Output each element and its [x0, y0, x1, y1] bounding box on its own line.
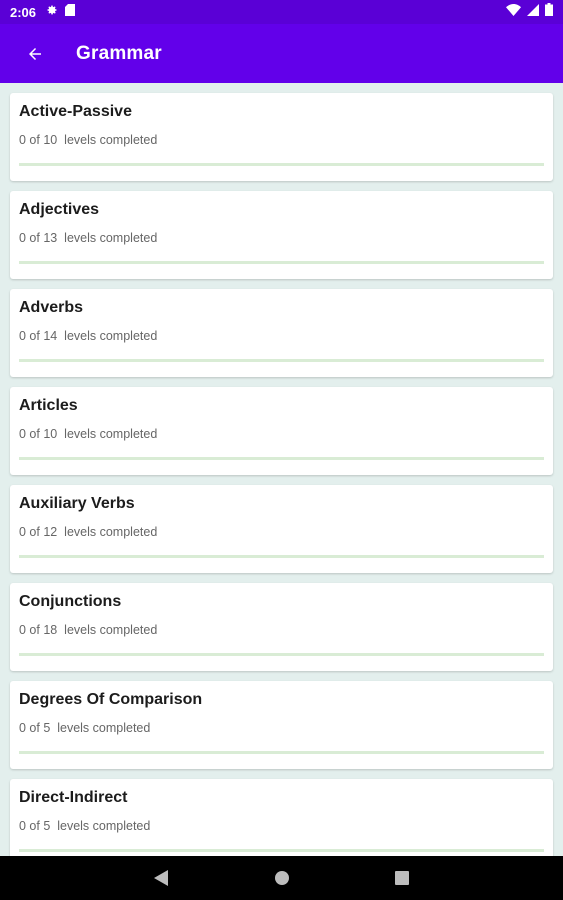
- topic-progress-text: 0 of 18 levels completed: [19, 623, 158, 637]
- topic-card[interactable]: Degrees Of Comparison 0 of 5 levels comp…: [10, 681, 553, 769]
- status-bar: 2:06: [0, 0, 563, 24]
- topic-card[interactable]: Articles 0 of 10 levels completed: [10, 387, 553, 475]
- progress-bar: [19, 359, 544, 362]
- signal-icon: [527, 3, 539, 21]
- wifi-icon: [506, 3, 521, 21]
- gear-icon: [46, 3, 58, 21]
- topic-progress-text: 0 of 5 levels completed: [19, 721, 151, 735]
- progress-bar: [19, 751, 544, 754]
- progress-bar: [19, 653, 544, 656]
- topic-progress-text: 0 of 12 levels completed: [19, 525, 158, 539]
- home-circle-icon[interactable]: [272, 868, 292, 888]
- back-triangle-icon[interactable]: [151, 868, 171, 888]
- topic-progress-text: 0 of 10 levels completed: [19, 427, 158, 441]
- progress-bar: [19, 261, 544, 264]
- topic-card[interactable]: Direct-Indirect 0 of 5 levels completed: [10, 779, 553, 856]
- recents-square-icon[interactable]: [392, 868, 412, 888]
- topic-title: Articles: [19, 397, 78, 414]
- topic-title: Direct-Indirect: [19, 789, 128, 806]
- topic-progress-text: 0 of 10 levels completed: [19, 133, 158, 147]
- topic-title: Conjunctions: [19, 593, 122, 610]
- app-bar: Grammar: [0, 24, 563, 83]
- topic-title: Adjectives: [19, 201, 100, 218]
- progress-bar: [19, 555, 544, 558]
- topic-list[interactable]: Active-Passive 0 of 10 levels completed …: [0, 83, 563, 856]
- topic-title: Degrees Of Comparison: [19, 691, 203, 708]
- topic-card[interactable]: Auxiliary Verbs 0 of 12 levels completed: [10, 485, 553, 573]
- progress-bar: [19, 457, 544, 460]
- page-title: Grammar: [76, 42, 162, 64]
- progress-bar: [19, 849, 544, 852]
- topic-card[interactable]: Adverbs 0 of 14 levels completed: [10, 289, 553, 377]
- topic-card[interactable]: Active-Passive 0 of 10 levels completed: [10, 93, 553, 181]
- topic-card[interactable]: Adjectives 0 of 13 levels completed: [10, 191, 553, 279]
- battery-icon: [545, 3, 553, 21]
- topic-title: Auxiliary Verbs: [19, 495, 135, 512]
- back-arrow-icon[interactable]: [23, 42, 47, 66]
- topic-progress-text: 0 of 5 levels completed: [19, 819, 151, 833]
- status-time: 2:06: [10, 4, 37, 20]
- topic-title: Adverbs: [19, 299, 84, 316]
- topic-card[interactable]: Conjunctions 0 of 18 levels completed: [10, 583, 553, 671]
- topic-progress-text: 0 of 14 levels completed: [19, 329, 158, 343]
- topic-title: Active-Passive: [19, 103, 132, 120]
- topic-progress-text: 0 of 13 levels completed: [19, 231, 158, 245]
- progress-bar: [19, 163, 544, 166]
- sd-card-icon: [65, 3, 76, 21]
- navigation-bar: [0, 856, 563, 900]
